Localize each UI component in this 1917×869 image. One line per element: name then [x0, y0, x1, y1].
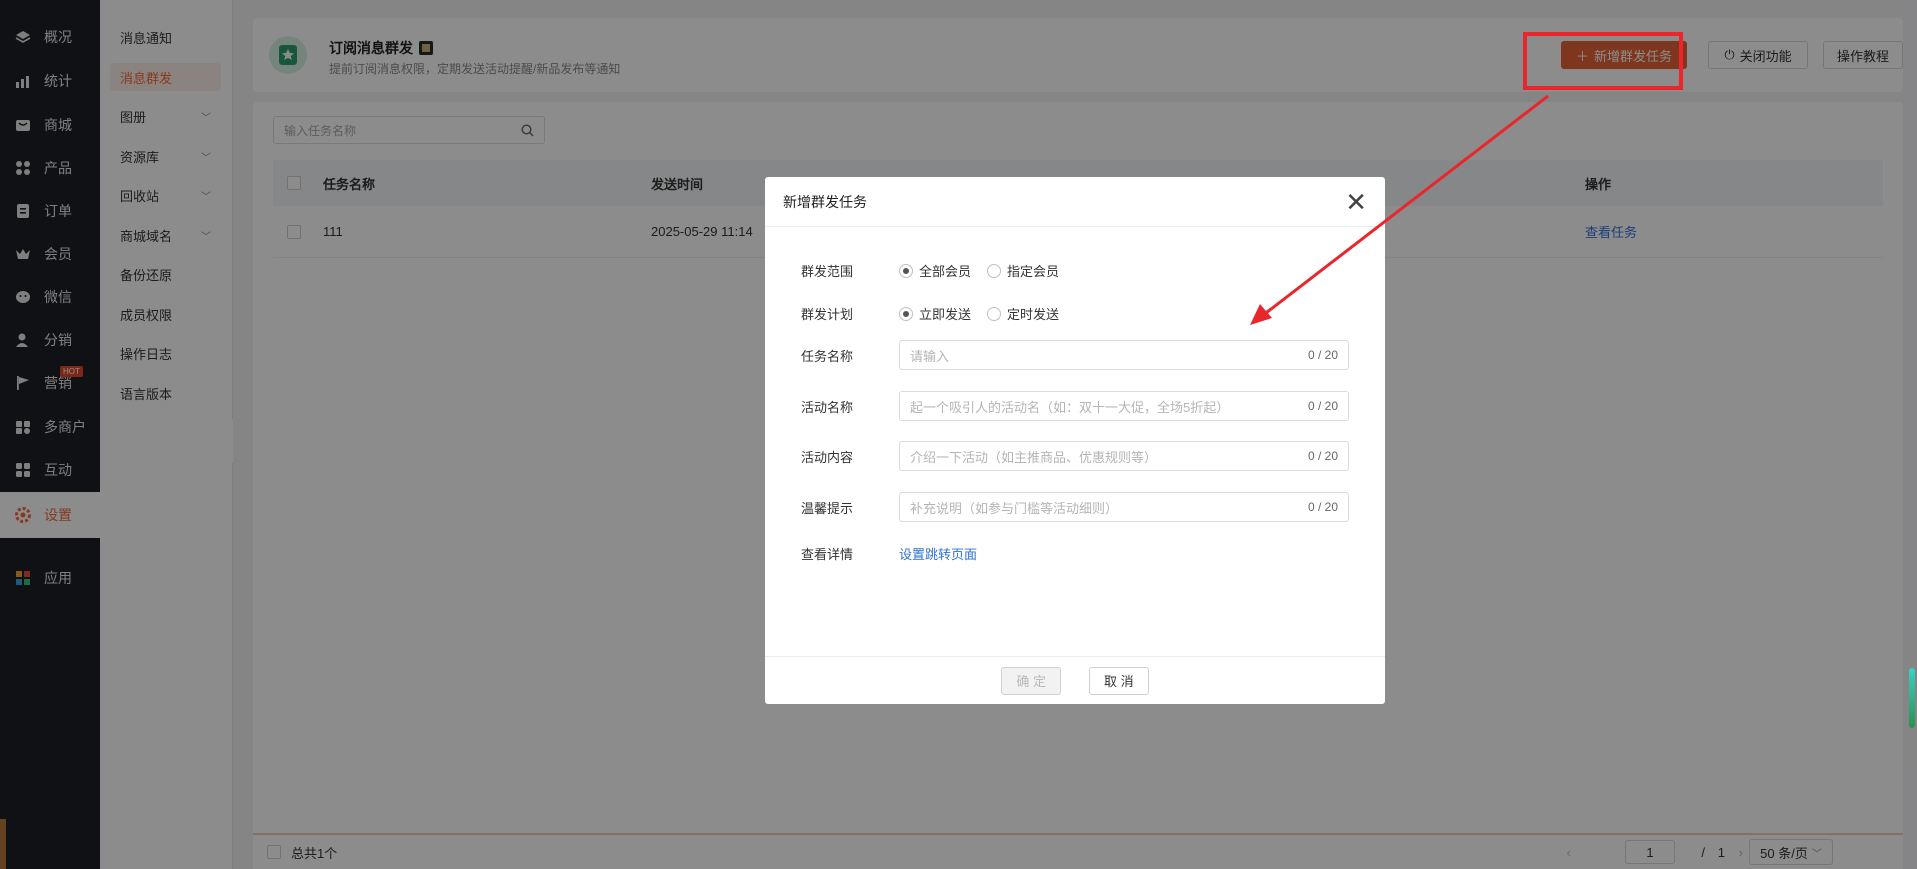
char-counter: 0 / 20	[1307, 399, 1338, 413]
activity-content-input[interactable]: 介绍一下活动（如主推商品、优惠规则等） 0 / 20	[899, 441, 1349, 471]
radio-unchecked-icon	[987, 306, 1002, 321]
radio-unchecked-icon	[987, 263, 1002, 278]
activity-content-row: 活动内容 介绍一下活动（如主推商品、优惠规则等） 0 / 20	[801, 441, 1349, 471]
activity-name-row: 活动名称 起一个吸引人的活动名（如：双十一大促，全场5折起） 0 / 20	[801, 391, 1349, 421]
annotation-highlight-box	[1523, 32, 1683, 90]
task-name-input[interactable]: 请输入 0 / 20	[899, 340, 1349, 370]
cancel-button[interactable]: 取 消	[1089, 666, 1149, 695]
input-placeholder: 请输入	[910, 348, 950, 364]
radio-checked-icon	[899, 306, 913, 321]
radio-label: 指定会员	[1007, 264, 1060, 279]
scope-specific-members-radio[interactable]: 指定会员	[987, 261, 1059, 280]
scope-label: 群发范围	[801, 264, 854, 279]
plan-label: 群发计划	[801, 307, 854, 322]
task-name-row: 任务名称 请输入 0 / 20	[801, 340, 1349, 370]
set-jump-page-link[interactable]: 设置跳转页面	[899, 544, 977, 563]
detail-row: 查看详情 设置跳转页面	[801, 544, 977, 563]
plan-row: 群发计划 立即发送 定时发送	[801, 304, 1075, 323]
tip-label: 温馨提示	[801, 500, 854, 516]
close-icon[interactable]: ✕	[1345, 189, 1367, 215]
radio-label: 全部会员	[919, 264, 972, 279]
scope-row: 群发范围 全部会员 指定会员	[801, 261, 1075, 280]
new-task-modal: 新增群发任务 ✕ 群发范围 全部会员 指定会员 群发计划 立即发送 定时发送 任…	[765, 177, 1385, 704]
plan-scheduled-radio[interactable]: 定时发送	[987, 304, 1059, 323]
tip-input[interactable]: 补充说明（如参与门槛等活动细则） 0 / 20	[899, 492, 1349, 522]
scope-all-members-radio[interactable]: 全部会员	[899, 261, 971, 280]
plan-send-now-radio[interactable]: 立即发送	[899, 304, 971, 323]
task-name-label: 任务名称	[801, 348, 854, 364]
scrollbar-thumb[interactable]	[1909, 668, 1915, 728]
detail-label: 查看详情	[801, 547, 854, 562]
modal-title: 新增群发任务	[783, 193, 867, 210]
activity-content-label: 活动内容	[801, 449, 854, 465]
char-counter: 0 / 20	[1307, 348, 1338, 362]
input-placeholder: 补充说明（如参与门槛等活动细则）	[910, 500, 1119, 516]
modal-footer: 确 定 取 消	[765, 656, 1385, 704]
radio-checked-icon	[899, 263, 913, 278]
radio-label: 定时发送	[1007, 307, 1060, 322]
char-counter: 0 / 20	[1307, 449, 1338, 463]
activity-name-input[interactable]: 起一个吸引人的活动名（如：双十一大促，全场5折起） 0 / 20	[899, 391, 1349, 421]
input-placeholder: 介绍一下活动（如主推商品、优惠规则等）	[910, 449, 1158, 465]
activity-name-label: 活动名称	[801, 399, 854, 415]
confirm-button[interactable]: 确 定	[1001, 666, 1061, 695]
radio-label: 立即发送	[919, 307, 972, 322]
modal-header: 新增群发任务 ✕	[765, 177, 1385, 227]
input-placeholder: 起一个吸引人的活动名（如：双十一大促，全场5折起）	[910, 399, 1230, 415]
char-counter: 0 / 20	[1307, 500, 1338, 514]
tip-row: 温馨提示 补充说明（如参与门槛等活动细则） 0 / 20	[801, 492, 1349, 522]
